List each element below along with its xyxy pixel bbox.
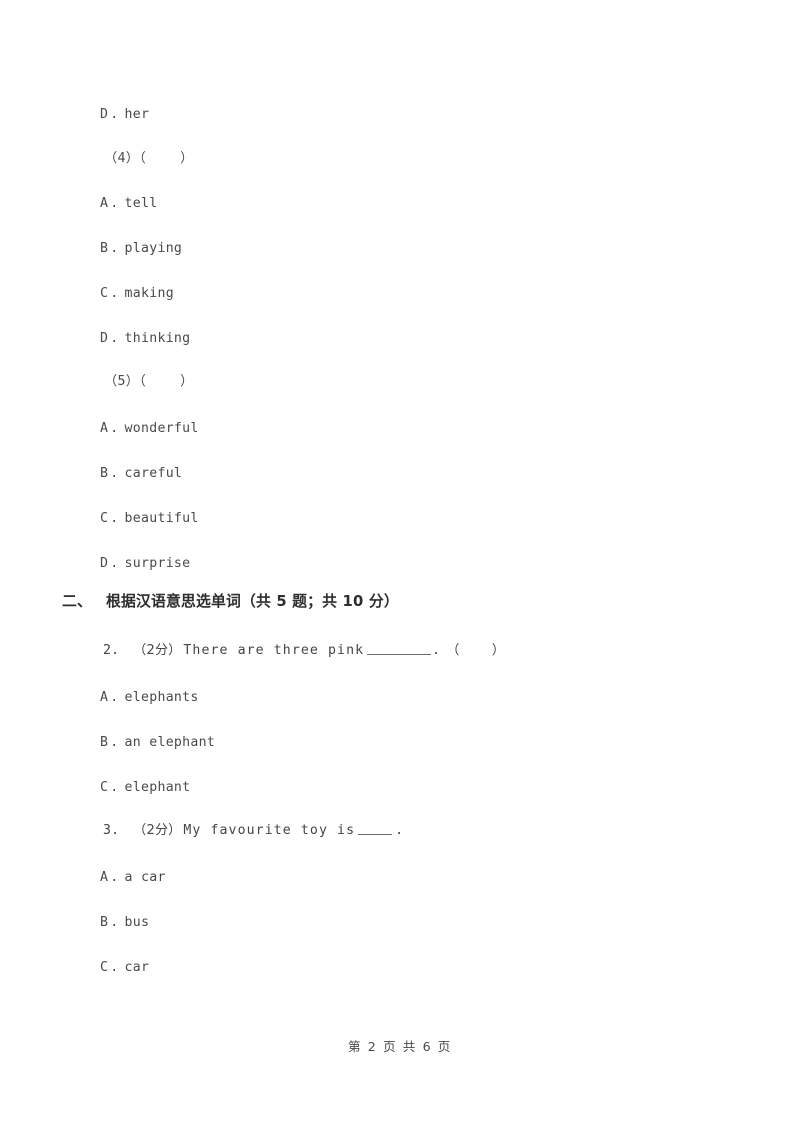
option-text: her: [124, 107, 150, 122]
option-dot: .: [110, 466, 119, 481]
option-text: wonderful: [124, 421, 199, 436]
option-row: B. bus: [100, 916, 149, 929]
option-row: C. making: [100, 287, 174, 300]
option-letter: D: [100, 556, 109, 571]
option-dot: .: [110, 421, 119, 436]
question-text-tail: .: [395, 823, 404, 838]
option-text: making: [124, 286, 174, 301]
answer-paren-open: （: [446, 643, 460, 658]
page-footer: 第 2 页 共 6 页: [347, 1039, 453, 1054]
option-row: A. a car: [100, 871, 166, 884]
option-dot: .: [110, 286, 119, 301]
question-stem: 2. （2分） There are three pink. （ ）: [103, 644, 505, 657]
option-dot: .: [110, 780, 119, 795]
option-dot: .: [110, 556, 119, 571]
option-letter: A: [100, 196, 109, 211]
option-letter: B: [100, 915, 109, 930]
answer-blank[interactable]: [358, 834, 393, 835]
option-row: D. her: [100, 108, 149, 121]
option-text: careful: [124, 466, 183, 481]
question-score: （2分）: [133, 643, 182, 658]
answer-paren-open: （: [139, 374, 147, 389]
option-dot: .: [110, 241, 119, 256]
answer-paren-close: ）: [180, 151, 194, 166]
option-row: B. playing: [100, 242, 182, 255]
sub-question-number: （5）: [104, 374, 140, 389]
option-letter: D: [100, 331, 109, 346]
document-page: D. her （4）（） A. tell B. playing C. making D.…: [0, 0, 800, 1132]
option-dot: .: [110, 196, 119, 211]
question-text-tail: .: [432, 643, 441, 658]
option-text: bus: [124, 915, 150, 930]
answer-paren-close: ）: [180, 374, 194, 389]
option-letter: C: [100, 960, 109, 975]
option-row: B. careful: [100, 467, 182, 480]
option-letter: C: [100, 780, 109, 795]
question-text: There are three pink: [183, 643, 365, 658]
option-dot: .: [110, 915, 119, 930]
option-letter: A: [100, 421, 109, 436]
question-number: 2.: [103, 643, 120, 658]
option-text: beautiful: [124, 511, 199, 526]
answer-paren-open: （: [139, 151, 147, 166]
answer-blank[interactable]: [367, 654, 432, 655]
option-text: thinking: [124, 331, 191, 346]
section-heading: 二、 根据汉语意思选单词（共 5 题；共 10 分）: [62, 593, 399, 610]
option-dot: .: [110, 331, 119, 346]
option-dot: .: [110, 735, 119, 750]
option-letter: C: [100, 286, 109, 301]
option-text: car: [124, 960, 150, 975]
option-text: an elephant: [124, 735, 216, 750]
answer-paren-close: ）: [491, 643, 506, 658]
option-dot: .: [110, 690, 119, 705]
option-row: C. car: [100, 961, 149, 974]
section-number: 二、: [62, 593, 92, 610]
option-text: surprise: [124, 556, 191, 571]
option-text: elephants: [124, 690, 199, 705]
option-text: elephant: [124, 780, 191, 795]
question-stem: 3. （2分） My favourite toy is.: [103, 824, 403, 837]
sub-question-marker-5: （5）（ ）: [104, 375, 194, 388]
option-letter: B: [100, 466, 109, 481]
option-row: D. surprise: [100, 557, 190, 570]
option-row: A. wonderful: [100, 422, 199, 435]
option-text: a car: [124, 870, 166, 885]
question-text: My favourite toy is: [183, 823, 356, 838]
option-row: B. an elephant: [100, 736, 215, 749]
option-dot: .: [110, 870, 119, 885]
question-score: （2分）: [133, 823, 182, 838]
option-row: C. beautiful: [100, 512, 199, 525]
option-dot: .: [110, 511, 119, 526]
option-row: D. thinking: [100, 332, 190, 345]
option-letter: A: [100, 870, 109, 885]
option-text: playing: [124, 241, 183, 256]
option-row: A. tell: [100, 197, 157, 210]
sub-question-number: （4）: [104, 151, 140, 166]
section-title: 根据汉语意思选单词（共 5 题；共 10 分）: [106, 593, 399, 610]
option-letter: B: [100, 241, 109, 256]
option-dot: .: [110, 960, 119, 975]
option-row: C. elephant: [100, 781, 190, 794]
option-letter: B: [100, 735, 109, 750]
option-letter: D: [100, 107, 109, 122]
question-number: 3.: [103, 823, 120, 838]
option-dot: .: [110, 107, 119, 122]
option-letter: C: [100, 511, 109, 526]
option-letter: A: [100, 690, 109, 705]
sub-question-marker-4: （4）（ ）: [104, 152, 194, 165]
option-row: A. elephants: [100, 691, 199, 704]
option-text: tell: [124, 196, 158, 211]
